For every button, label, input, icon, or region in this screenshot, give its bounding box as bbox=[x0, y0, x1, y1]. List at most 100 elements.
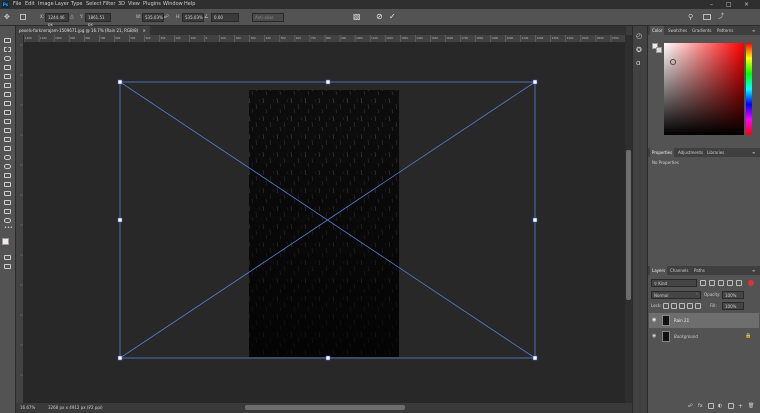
properties-menu-icon[interactable]: ≡ bbox=[752, 148, 755, 157]
visibility-eye-icon[interactable]: ◉ bbox=[652, 329, 656, 344]
status-arrow-icon[interactable]: › bbox=[88, 403, 90, 413]
more-tools-icon[interactable]: ••• bbox=[4, 225, 13, 231]
new-layer-icon[interactable]: + bbox=[738, 403, 743, 410]
brush-tool-icon[interactable] bbox=[4, 110, 11, 115]
vertical-scroll-thumb[interactable] bbox=[626, 150, 631, 300]
menu-3d[interactable]: 3D bbox=[118, 0, 125, 9]
document-size[interactable]: 3268 px x 4912 px (72 ppi) bbox=[48, 403, 103, 413]
tab-swatches[interactable]: Swatches bbox=[666, 26, 689, 35]
pen-tool-icon[interactable] bbox=[4, 173, 11, 178]
delta-icon[interactable]: △ bbox=[70, 9, 74, 25]
visibility-eye-icon[interactable]: ◉ bbox=[652, 313, 656, 328]
history-brush-tool-icon[interactable] bbox=[4, 128, 11, 133]
tab-properties[interactable]: Properties bbox=[650, 148, 675, 157]
filter-shape-icon[interactable] bbox=[727, 280, 733, 286]
link-layers-icon[interactable]: ☍ bbox=[688, 403, 693, 409]
quick-mask-icon[interactable] bbox=[4, 255, 11, 260]
tab-libraries[interactable]: Libraries bbox=[705, 148, 726, 157]
menu-image[interactable]: Image bbox=[38, 0, 54, 9]
filter-toggle-icon[interactable] bbox=[748, 280, 754, 286]
rectangle-tool-icon[interactable] bbox=[4, 200, 11, 205]
layer-style-icon[interactable]: fx bbox=[698, 403, 703, 409]
quick-select-tool-icon[interactable] bbox=[4, 65, 11, 70]
tab-color[interactable]: Color bbox=[650, 26, 665, 35]
minimize-icon[interactable]: – bbox=[710, 0, 713, 9]
y-field[interactable]: 1861.51 px bbox=[85, 13, 111, 27]
tab-adjustments[interactable]: Adjustments bbox=[676, 148, 705, 157]
cancel-transform-icon[interactable]: ⊘ bbox=[376, 9, 383, 25]
type-tool-icon[interactable] bbox=[4, 182, 11, 187]
marquee-tool-icon[interactable] bbox=[4, 47, 11, 52]
move-tool-icon[interactable]: ✥ bbox=[4, 9, 10, 25]
menu-help[interactable]: Help bbox=[184, 0, 195, 9]
dodge-tool-icon[interactable] bbox=[4, 164, 11, 169]
menu-filter[interactable]: Filter bbox=[103, 0, 115, 9]
zoom-level[interactable]: 16.67% bbox=[20, 403, 35, 413]
tab-layers[interactable]: Layers bbox=[650, 266, 668, 275]
filter-type-icon[interactable] bbox=[718, 280, 724, 286]
healing-brush-tool-icon[interactable] bbox=[4, 101, 11, 106]
layer-name[interactable]: Rain 21 bbox=[674, 313, 689, 328]
workspace-icon[interactable] bbox=[703, 14, 711, 20]
w-field[interactable]: 535.03% bbox=[142, 13, 164, 22]
close-icon[interactable]: × bbox=[744, 0, 749, 9]
layer-name[interactable]: Background bbox=[674, 329, 698, 344]
menu-type[interactable]: Type bbox=[71, 0, 82, 9]
reference-point-icon[interactable] bbox=[20, 14, 26, 20]
search-icon[interactable]: ⚲ bbox=[688, 9, 693, 25]
interpolation-select[interactable]: Anti-alias bbox=[252, 13, 284, 22]
path-selection-tool-icon[interactable] bbox=[4, 191, 11, 196]
lock-artboard-icon[interactable] bbox=[687, 303, 693, 309]
document-canvas[interactable] bbox=[23, 43, 625, 403]
lasso-tool-icon[interactable] bbox=[4, 56, 11, 61]
screen-mode-icon[interactable] bbox=[4, 264, 11, 269]
frame-tool-icon[interactable] bbox=[4, 83, 11, 88]
glyphs-icon[interactable]: ɑ bbox=[636, 59, 640, 67]
menu-select[interactable]: Select bbox=[86, 0, 101, 9]
clone-stamp-tool-icon[interactable] bbox=[4, 119, 11, 124]
new-group-icon[interactable] bbox=[728, 403, 734, 409]
eyedropper-tool-icon[interactable] bbox=[4, 92, 11, 97]
maximize-icon[interactable]: □ bbox=[726, 0, 732, 9]
panel-menu-icon[interactable]: ≡ bbox=[752, 26, 755, 35]
tab-patterns[interactable]: Patterns bbox=[715, 26, 735, 35]
x-field[interactable]: 1244.46 px bbox=[45, 13, 69, 27]
tab-paths[interactable]: Paths bbox=[692, 266, 707, 275]
filter-pixel-icon[interactable] bbox=[700, 280, 706, 286]
layer-row-background[interactable]: ◉ Background 🔒 bbox=[649, 329, 759, 344]
layer-row-rain-21[interactable]: ◉ Rain 21 bbox=[649, 313, 759, 328]
history-icon[interactable]: ◴ bbox=[636, 32, 642, 40]
adjustment-layer-icon[interactable]: ◐ bbox=[718, 403, 722, 409]
menu-plugins[interactable]: Plugins bbox=[143, 0, 161, 9]
h-field[interactable]: 535.03% bbox=[182, 13, 204, 22]
eraser-tool-icon[interactable] bbox=[4, 137, 11, 142]
menu-window[interactable]: Window bbox=[163, 0, 183, 9]
hue-slider[interactable] bbox=[746, 43, 752, 135]
fill-field[interactable]: 100% bbox=[722, 302, 744, 310]
hand-tool-icon[interactable] bbox=[4, 209, 11, 214]
vertical-scrollbar[interactable] bbox=[625, 35, 632, 403]
link-icon[interactable]: ☍ bbox=[164, 9, 169, 25]
color-picker-cursor[interactable] bbox=[670, 59, 676, 65]
tab-gradients[interactable]: Gradients bbox=[690, 26, 714, 35]
lock-all-icon[interactable] bbox=[695, 303, 701, 309]
menu-file[interactable]: File bbox=[13, 0, 21, 9]
warp-icon[interactable]: ▧ bbox=[353, 9, 361, 25]
share-icon[interactable]: ⤴ bbox=[718, 9, 724, 25]
lock-transparent-icon[interactable] bbox=[663, 303, 669, 309]
lock-image-icon[interactable] bbox=[671, 303, 677, 309]
brush-settings-icon[interactable]: ✪ bbox=[636, 46, 642, 54]
blur-tool-icon[interactable] bbox=[4, 155, 11, 160]
tab-channels[interactable]: Channels bbox=[668, 266, 691, 275]
foreground-color-swatch[interactable] bbox=[2, 238, 9, 245]
document-tab[interactable]: pexels-farknerajam-1509671.jpg @ 16.7% (… bbox=[16, 26, 150, 35]
add-mask-icon[interactable] bbox=[708, 403, 714, 409]
color-field[interactable] bbox=[664, 43, 744, 135]
gradient-tool-icon[interactable] bbox=[4, 146, 11, 151]
layers-menu-icon[interactable]: ≡ bbox=[752, 266, 755, 275]
layer-filter-kind[interactable]: ⚲ Kind bbox=[651, 279, 697, 287]
lock-position-icon[interactable] bbox=[679, 303, 685, 309]
menu-layer[interactable]: Layer bbox=[55, 0, 69, 9]
menu-edit[interactable]: Edit bbox=[25, 0, 35, 9]
horizontal-scroll-thumb[interactable] bbox=[245, 405, 405, 410]
